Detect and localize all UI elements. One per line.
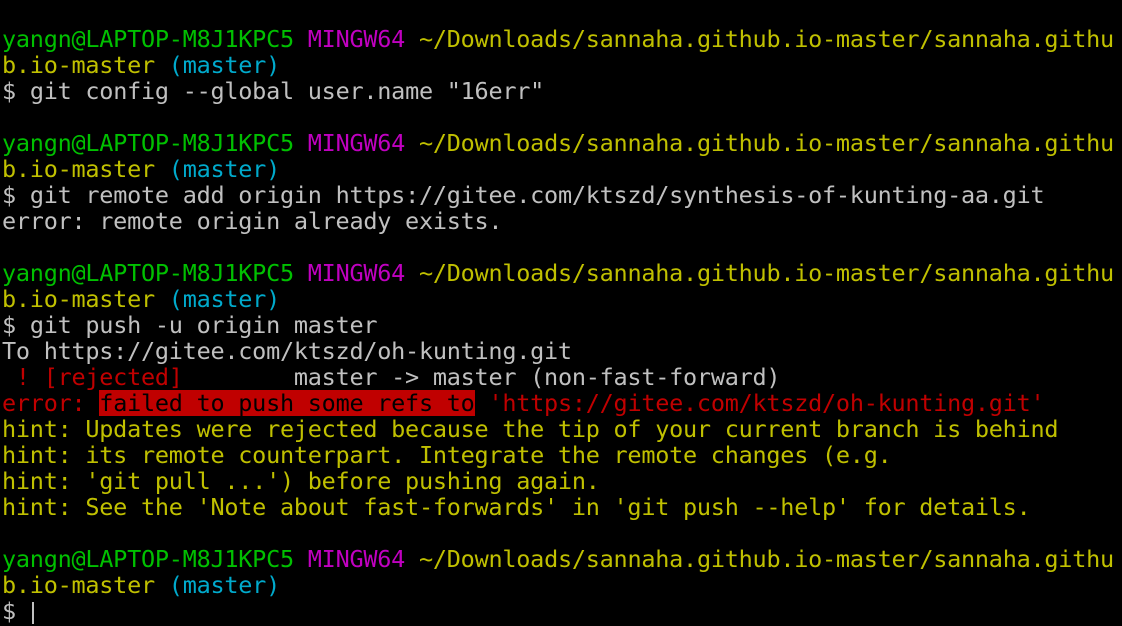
- prompt-system: MINGW64: [307, 26, 406, 52]
- error-highlight: failed to push some refs to: [99, 390, 475, 416]
- prompt-user: yangn@LAPTOP-M8J1KPC5: [2, 546, 294, 572]
- prompt-symbol: $: [2, 598, 16, 624]
- prompt-system: MINGW64: [307, 130, 406, 156]
- rejected-line: ! [rejected] master -> master (non-fast-…: [2, 364, 1122, 390]
- prompt-header-line: yangn@LAPTOP-M8J1KPC5 MINGW64 ~/Download…: [2, 546, 1122, 572]
- prompt-path-continuation: b.io-master: [2, 156, 155, 182]
- text-cursor[interactable]: [31, 601, 34, 624]
- prompt-symbol: $: [2, 78, 16, 104]
- hint-line: hint: its remote counterpart. Integrate …: [2, 442, 892, 468]
- prompt-path-continuation-line: b.io-master (master): [2, 52, 1122, 78]
- prompt-path-continuation-line: b.io-master (master): [2, 572, 1122, 598]
- command-output-line: error: remote origin already exists.: [2, 208, 503, 234]
- prompt-user: yangn@LAPTOP-M8J1KPC5: [2, 130, 294, 156]
- prompt-header-line: yangn@LAPTOP-M8J1KPC5 MINGW64 ~/Download…: [2, 130, 1122, 156]
- prompt-header-line: yangn@LAPTOP-M8J1KPC5 MINGW64 ~/Download…: [2, 260, 1122, 286]
- hint-line: hint: Updates were rejected because the …: [2, 416, 1059, 442]
- prompt-user: yangn@LAPTOP-M8J1KPC5: [2, 260, 294, 286]
- prompt-path-continuation: b.io-master: [2, 286, 155, 312]
- terminal-window[interactable]: yangn@LAPTOP-M8J1KPC5 MINGW64 ~/Download…: [0, 0, 1122, 626]
- prompt-symbol: $: [2, 182, 16, 208]
- prompt-path: ~/Downloads/sannaha.github.io-master/san…: [418, 546, 1114, 572]
- rejected-marker: ! [rejected]: [2, 364, 183, 390]
- active-input-line[interactable]: $: [2, 598, 1122, 624]
- rejected-detail: master -> master (non-fast-forward): [182, 364, 781, 390]
- prompt-system: MINGW64: [307, 260, 406, 286]
- prompt-header-line: yangn@LAPTOP-M8J1KPC5 MINGW64 ~/Download…: [2, 26, 1122, 52]
- error-url: 'https://gitee.com/ktszd/oh-kunting.git': [474, 390, 1045, 416]
- command-text: git config --global user.name "16err": [29, 78, 545, 104]
- command-line: $ git config --global user.name "16err": [2, 78, 1122, 104]
- prompt-user: yangn@LAPTOP-M8J1KPC5: [2, 26, 294, 52]
- command-text: git remote add origin https://gitee.com/…: [29, 182, 1045, 208]
- prompt-path: ~/Downloads/sannaha.github.io-master/san…: [418, 260, 1114, 286]
- command-line: $ git push -u origin master: [2, 312, 1122, 338]
- prompt-system: MINGW64: [307, 546, 406, 572]
- command-line: $ git remote add origin https://gitee.co…: [2, 182, 1122, 208]
- prompt-branch: (master): [168, 286, 280, 312]
- prompt-path: ~/Downloads/sannaha.github.io-master/san…: [418, 130, 1114, 156]
- prompt-branch: (master): [168, 52, 280, 78]
- prompt-path-continuation: b.io-master: [2, 52, 155, 78]
- prompt-symbol: $: [2, 312, 16, 338]
- hint-line: hint: 'git pull ...') before pushing aga…: [2, 468, 600, 494]
- error-line: error: failed to push some refs to 'http…: [2, 390, 1122, 416]
- hint-line: hint: See the 'Note about fast-forwards'…: [2, 494, 1031, 520]
- prompt-path: ~/Downloads/sannaha.github.io-master/san…: [418, 26, 1114, 52]
- prompt-branch: (master): [168, 572, 280, 598]
- command-text: git push -u origin master: [29, 312, 378, 338]
- error-prefix: error:: [2, 390, 100, 416]
- prompt-path-continuation-line: b.io-master (master): [2, 286, 1122, 312]
- push-destination-line: To https://gitee.com/ktszd/oh-kunting.gi…: [2, 338, 572, 364]
- prompt-branch: (master): [168, 156, 280, 182]
- prompt-path-continuation-line: b.io-master (master): [2, 156, 1122, 182]
- prompt-path-continuation: b.io-master: [2, 572, 155, 598]
